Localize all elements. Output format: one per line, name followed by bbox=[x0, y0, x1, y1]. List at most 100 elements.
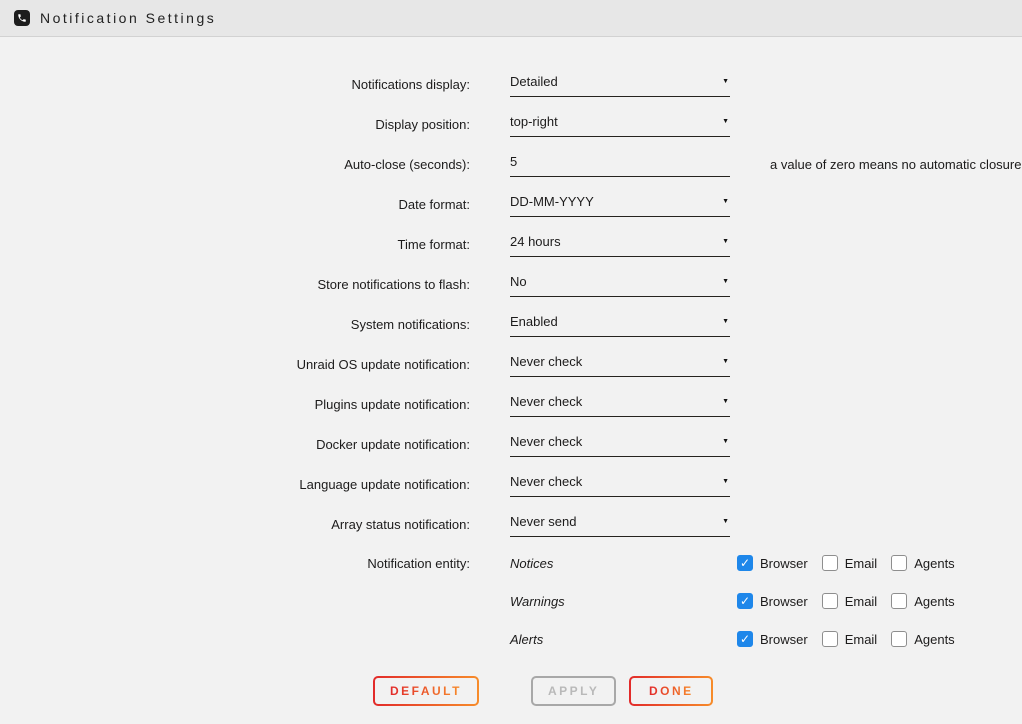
form-row-notifications-display: Notifications display: Detailed ▼ bbox=[0, 64, 1022, 104]
plugins-update-notification-select[interactable]: Never check ▼ bbox=[510, 391, 730, 417]
entity-name-alerts: Alerts bbox=[510, 632, 737, 647]
check-label-agents: Agents bbox=[914, 556, 954, 571]
checkmark-icon: ✓ bbox=[740, 633, 750, 645]
store-notifications-to-flash-label: Store notifications to flash: bbox=[0, 277, 470, 292]
store-notifications-to-flash-value: No bbox=[510, 274, 716, 289]
chevron-down-icon: ▼ bbox=[722, 318, 729, 325]
check-label-agents: Agents bbox=[914, 594, 954, 609]
buttons-row: DEFAULT APPLY DONE bbox=[373, 676, 1022, 706]
checkbox-warnings-browser[interactable]: ✓ bbox=[737, 593, 753, 609]
array-status-notification-select[interactable]: Never send ▼ bbox=[510, 511, 730, 537]
checkmark-icon: ✓ bbox=[740, 595, 750, 607]
language-update-notification-select[interactable]: Never check▼ bbox=[510, 471, 730, 497]
chevron-down-icon: ▼ bbox=[722, 78, 729, 85]
page-header: Notification Settings bbox=[0, 0, 1022, 37]
array-status-notification-value: Never send bbox=[510, 514, 716, 529]
form-row-unraid-os-update-notification: Unraid OS update notification: Never chec… bbox=[0, 344, 1022, 384]
checkbox-notices-email[interactable] bbox=[822, 555, 838, 571]
entity-name-warnings: Warnings bbox=[510, 594, 737, 609]
system-notifications-select[interactable]: Enabled ▼ bbox=[510, 311, 730, 337]
check-label-browser: Browser bbox=[760, 632, 808, 647]
apply-button-label: APPLY bbox=[548, 684, 599, 698]
checkbox-alerts-agents[interactable] bbox=[891, 631, 907, 647]
page-title: Notification Settings bbox=[40, 10, 216, 26]
checkbox-warnings-agents[interactable] bbox=[891, 593, 907, 609]
display-position-select[interactable]: top-right▼ bbox=[510, 111, 730, 137]
docker-update-notification-select[interactable]: Never check▼ bbox=[510, 431, 730, 457]
check-group-warnings-email[interactable]: Email bbox=[822, 593, 878, 609]
time-format-label: Time format: bbox=[0, 237, 470, 252]
check-label-email: Email bbox=[845, 556, 878, 571]
docker-update-notification-label: Docker update notification: bbox=[0, 437, 470, 452]
check-group-alerts-browser[interactable]: ✓ Browser bbox=[737, 631, 808, 647]
date-format-value: DD-MM-YYYY bbox=[510, 194, 716, 209]
checkbox-warnings-email[interactable] bbox=[822, 593, 838, 609]
check-label-email: Email bbox=[845, 594, 878, 609]
done-button-label: DONE bbox=[649, 684, 694, 698]
check-label-agents: Agents bbox=[914, 632, 954, 647]
check-group-warnings-agents[interactable]: Agents bbox=[891, 593, 954, 609]
notifications-display-select[interactable]: Detailed ▼ bbox=[510, 71, 730, 97]
check-label-browser: Browser bbox=[760, 594, 808, 609]
form-row-language-update-notification: Language update notification: Never check… bbox=[0, 464, 1022, 504]
check-group-warnings-browser[interactable]: ✓ Browser bbox=[737, 593, 808, 609]
settings-form: Notifications display:Detailed▼Display p… bbox=[0, 37, 1022, 706]
language-update-notification-label: Language update notification: bbox=[0, 477, 470, 492]
checkmark-icon: ✓ bbox=[740, 557, 750, 569]
entity-row-warnings: Warnings✓ Browser Email Agents bbox=[0, 582, 1022, 620]
checkbox-alerts-email[interactable] bbox=[822, 631, 838, 647]
unraid-os-update-notification-value: Never check bbox=[510, 354, 716, 369]
default-button-label: DEFAULT bbox=[390, 684, 462, 698]
form-row-auto-close-seconds: Auto-close (seconds):a value of zero mea… bbox=[0, 144, 1022, 184]
apply-button[interactable]: APPLY bbox=[531, 676, 616, 706]
array-status-notification-label: Array status notification: bbox=[0, 517, 470, 532]
notifications-display-value: Detailed bbox=[510, 74, 716, 89]
notification-entity-label: Notification entity: bbox=[0, 556, 470, 571]
plugins-update-notification-value: Never check bbox=[510, 394, 716, 409]
time-format-value: 24 hours bbox=[510, 234, 716, 249]
check-group-notices-browser[interactable]: ✓Browser bbox=[737, 555, 808, 571]
auto-close-seconds-control bbox=[510, 151, 730, 177]
checkbox-notices-browser[interactable]: ✓ bbox=[737, 555, 753, 571]
chevron-down-icon: ▼ bbox=[722, 398, 729, 405]
default-button[interactable]: DEFAULT bbox=[373, 676, 479, 706]
chevron-down-icon: ▼ bbox=[722, 358, 729, 365]
chevron-down-icon: ▼ bbox=[722, 278, 729, 285]
date-format-label: Date format: bbox=[0, 197, 470, 212]
chevron-down-icon: ▼ bbox=[722, 478, 729, 485]
form-row-date-format: Date format: DD-MM-YYYY ▼ bbox=[0, 184, 1022, 224]
auto-close-seconds-input[interactable] bbox=[510, 151, 730, 177]
system-notifications-label: System notifications: bbox=[0, 317, 470, 332]
check-label-email: Email bbox=[845, 632, 878, 647]
check-group-notices-agents[interactable]: Agents bbox=[891, 555, 954, 571]
check-group-alerts-email[interactable]: Email bbox=[822, 631, 878, 647]
notifications-display-label: Notifications display: bbox=[0, 77, 470, 92]
unraid-os-update-notification-label: Unraid OS update notification: bbox=[0, 357, 470, 372]
form-row-store-notifications-to-flash: Store notifications to flash: No ▼ bbox=[0, 264, 1022, 304]
entity-content-alerts: Alerts✓ Browser Email Agents bbox=[510, 631, 1022, 647]
chevron-down-icon: ▼ bbox=[722, 238, 729, 245]
system-notifications-value: Enabled bbox=[510, 314, 716, 329]
form-row-time-format: Time format: 24 hours ▼ bbox=[0, 224, 1022, 264]
docker-update-notification-value: Never check bbox=[510, 434, 716, 449]
plugins-update-notification-label: Plugins update notification: bbox=[0, 397, 470, 412]
entity-content-warnings: Warnings✓ Browser Email Agents bbox=[510, 593, 1022, 609]
form-rows: Notifications display:Detailed▼Display p… bbox=[0, 64, 1022, 544]
entity-row-notices: Notification entity:Notices✓BrowserEmail… bbox=[0, 544, 1022, 582]
store-notifications-to-flash-select[interactable]: No ▼ bbox=[510, 271, 730, 297]
phone-icon bbox=[14, 10, 30, 26]
done-button[interactable]: DONE bbox=[629, 676, 713, 706]
chevron-down-icon: ▼ bbox=[722, 118, 729, 125]
unraid-os-update-notification-select[interactable]: Never check ▼ bbox=[510, 351, 730, 377]
form-row-display-position: Display position:top-right▼ bbox=[0, 104, 1022, 144]
checkbox-notices-agents[interactable] bbox=[891, 555, 907, 571]
chevron-down-icon: ▼ bbox=[722, 518, 729, 525]
form-row-system-notifications: System notifications: Enabled ▼ bbox=[0, 304, 1022, 344]
checkbox-alerts-browser[interactable]: ✓ bbox=[737, 631, 753, 647]
auto-close-seconds-label: Auto-close (seconds): bbox=[0, 157, 470, 172]
chevron-down-icon: ▼ bbox=[722, 198, 729, 205]
check-group-notices-email[interactable]: Email bbox=[822, 555, 878, 571]
time-format-select[interactable]: 24 hours ▼ bbox=[510, 231, 730, 257]
date-format-select[interactable]: DD-MM-YYYY ▼ bbox=[510, 191, 730, 217]
check-group-alerts-agents[interactable]: Agents bbox=[891, 631, 954, 647]
